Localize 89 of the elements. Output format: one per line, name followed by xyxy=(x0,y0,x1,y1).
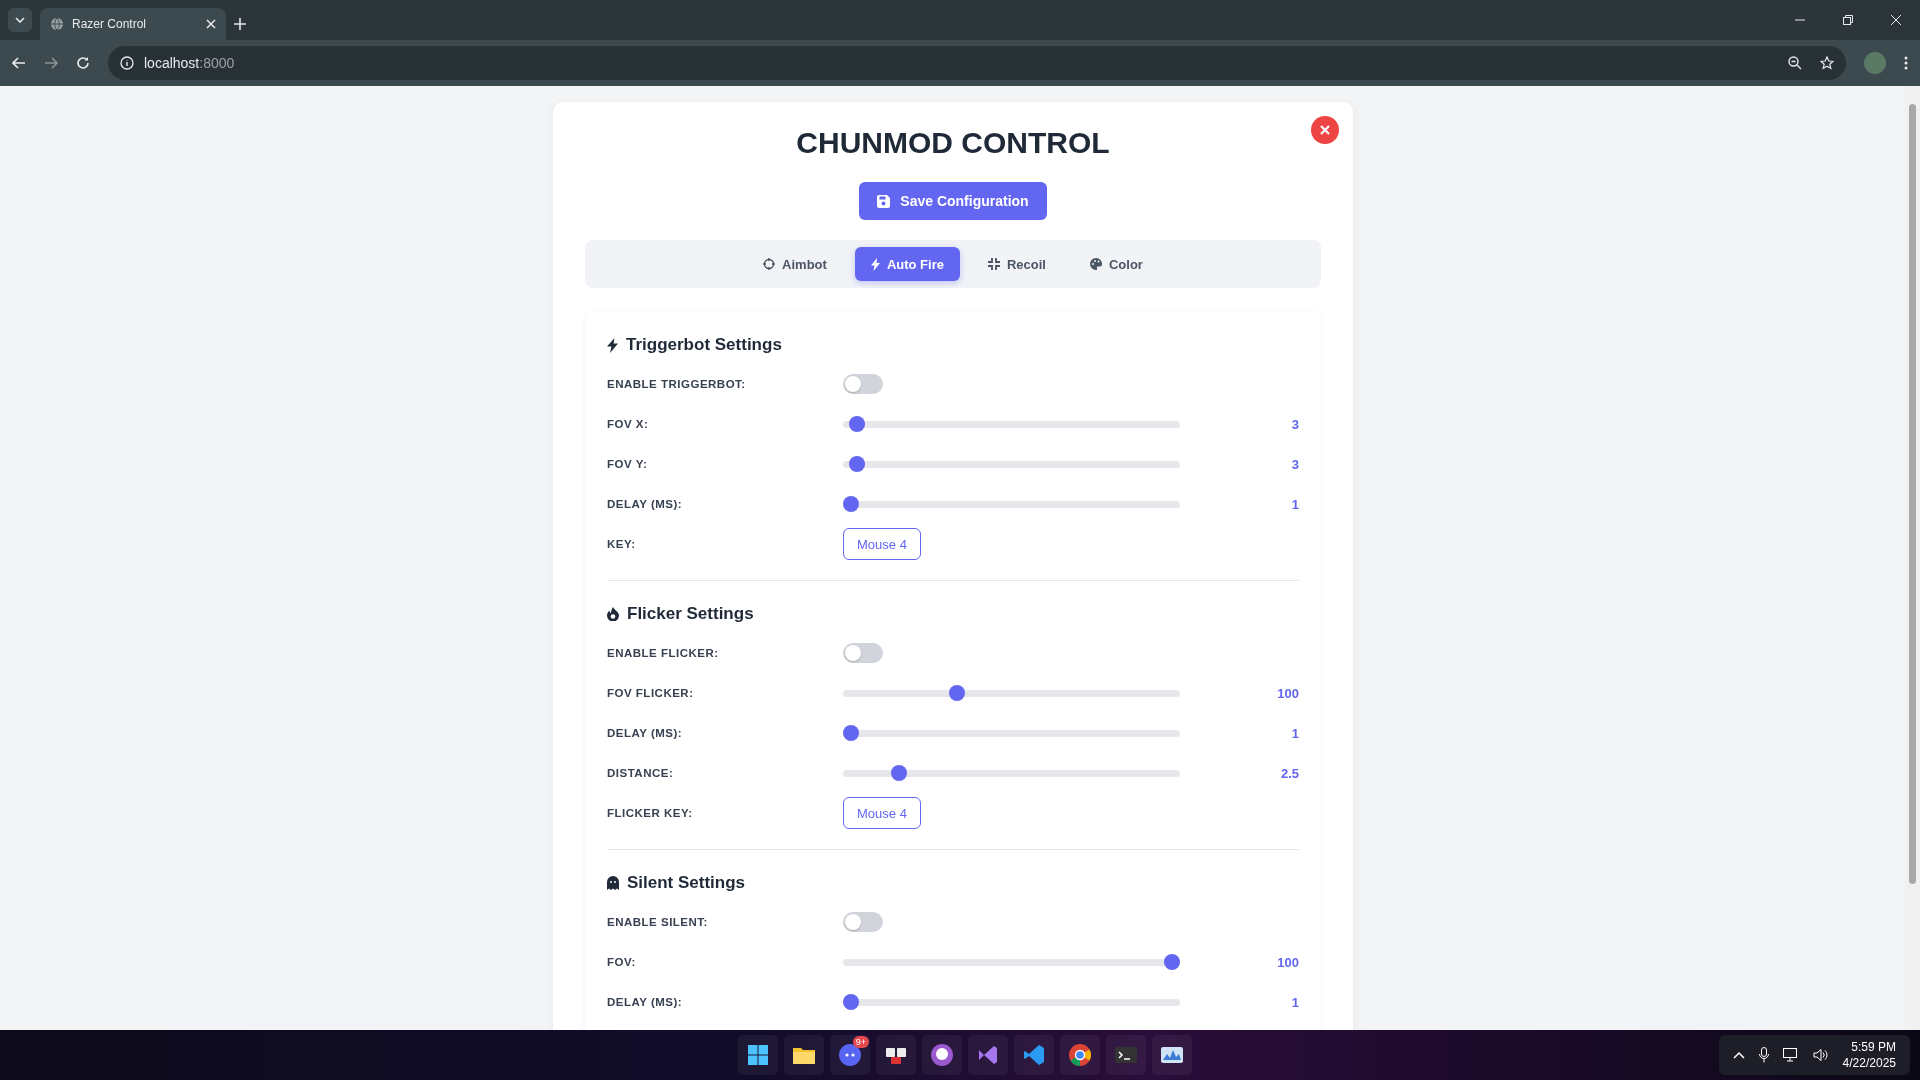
toggle-switch[interactable] xyxy=(843,912,883,932)
info-icon xyxy=(120,56,134,70)
ide-icon xyxy=(976,1043,1000,1067)
address-bar[interactable]: localhost:8000 xyxy=(108,46,1846,80)
tab[interactable]: Recoil xyxy=(971,247,1062,281)
close-icon[interactable] xyxy=(206,19,216,29)
setting-label: FLICKER KEY: xyxy=(607,807,694,819)
slider-value: 1 xyxy=(1291,496,1299,512)
taskbar-app[interactable] xyxy=(784,1035,824,1075)
taskbar-app[interactable] xyxy=(876,1035,916,1075)
taskbar-app[interactable] xyxy=(1152,1035,1192,1075)
save-configuration-button[interactable]: Save Configuration xyxy=(859,182,1047,220)
scrollbar[interactable] xyxy=(1905,86,1920,1030)
flame-icon xyxy=(607,607,619,621)
ghost-icon xyxy=(607,876,619,890)
clock-date[interactable]: 4/22/2025 xyxy=(1842,1055,1896,1071)
lightning-bolt-icon xyxy=(870,257,880,271)
close-button[interactable] xyxy=(1311,116,1339,144)
setting-label: ENABLE FLICKER: xyxy=(607,647,720,659)
speaker-icon[interactable] xyxy=(1812,1048,1829,1062)
network-icon[interactable] xyxy=(1782,1048,1799,1062)
reload-icon[interactable] xyxy=(76,56,90,70)
star-icon[interactable] xyxy=(1820,56,1834,70)
clock-time[interactable]: 5:59 PM xyxy=(1851,1039,1896,1055)
key-bind-button[interactable]: Mouse 4 xyxy=(843,797,921,829)
section-title: Silent Settings xyxy=(627,873,746,893)
taskbar-app[interactable] xyxy=(738,1035,778,1075)
close-icon xyxy=(1320,125,1330,135)
slider-value: 1 xyxy=(1291,994,1299,1010)
browser-tab[interactable]: Razer Control xyxy=(40,8,226,40)
slider-thumb[interactable] xyxy=(1164,953,1180,970)
restore-icon[interactable] xyxy=(1843,15,1853,25)
setting-label: DELAY (MS): xyxy=(607,727,684,739)
chevron-up-icon[interactable] xyxy=(1732,1051,1745,1059)
slider-value: 100 xyxy=(1277,685,1299,701)
compress-arrows-icon xyxy=(987,258,1000,270)
setting-label: DISTANCE: xyxy=(607,767,675,779)
setting-label: FOV FLICKER: xyxy=(607,687,695,699)
tab[interactable]: Auto Fire xyxy=(854,247,960,281)
taskbar-app[interactable] xyxy=(1060,1035,1100,1075)
toggle-switch[interactable] xyxy=(843,643,883,663)
setting-label: DELAY (MS): xyxy=(607,996,684,1008)
slider-thumb[interactable] xyxy=(849,455,866,472)
taskbar-app[interactable]: 9+ xyxy=(830,1035,870,1075)
tab-list-button[interactable] xyxy=(8,8,32,32)
slider-value: 2.5 xyxy=(1280,765,1299,781)
windows-start-icon xyxy=(746,1043,770,1067)
more-menu-icon[interactable] xyxy=(1904,56,1908,70)
toggle-switch[interactable] xyxy=(843,374,883,394)
chevron-down-icon xyxy=(15,17,25,23)
slider-thumb[interactable] xyxy=(891,764,908,781)
browser-icon xyxy=(1068,1043,1092,1067)
slider-value: 100 xyxy=(1277,954,1299,970)
crosshair-icon xyxy=(763,258,776,270)
key-bind-button[interactable]: Mouse 4 xyxy=(843,528,921,560)
setting-label: ENABLE TRIGGERBOT: xyxy=(607,378,747,390)
zoom-icon[interactable] xyxy=(1788,56,1802,70)
tab[interactable]: Color xyxy=(1073,247,1159,281)
forward-arrow-icon[interactable] xyxy=(44,57,58,69)
setting-label: FOV: xyxy=(607,956,637,968)
lightning-bolt-icon xyxy=(607,337,618,353)
setting-label: KEY: xyxy=(607,538,637,550)
palette-icon xyxy=(1089,258,1102,270)
slider-thumb[interactable] xyxy=(843,495,859,512)
url-text: localhost:8000 xyxy=(144,55,235,71)
back-arrow-icon[interactable] xyxy=(12,57,26,69)
notification-badge: 9+ xyxy=(852,1036,869,1048)
section-title: Triggerbot Settings xyxy=(626,335,782,355)
slider-thumb[interactable] xyxy=(948,684,965,701)
setting-label: DELAY (MS): xyxy=(607,498,684,510)
slider-value: 1 xyxy=(1291,725,1299,741)
slider-thumb[interactable] xyxy=(849,415,866,432)
setting-label: FOV X: xyxy=(607,418,650,430)
tab-title: Razer Control xyxy=(72,17,148,31)
slider-thumb[interactable] xyxy=(843,993,859,1010)
slider-thumb[interactable] xyxy=(843,724,859,741)
slider-value: 3 xyxy=(1291,456,1299,472)
slider-value: 3 xyxy=(1291,416,1299,432)
setting-label: FOV Y: xyxy=(607,458,649,470)
close-icon[interactable] xyxy=(1891,15,1901,25)
globe-icon xyxy=(50,17,64,31)
plus-icon[interactable] xyxy=(234,18,246,30)
tab[interactable]: Aimbot xyxy=(747,247,843,281)
taskbar-app[interactable] xyxy=(922,1035,962,1075)
section-title: Flicker Settings xyxy=(627,604,754,624)
panel-title: CHUNMOD CONTROL xyxy=(796,126,1110,160)
code-editor-icon xyxy=(1022,1043,1046,1067)
microphone-icon[interactable] xyxy=(1758,1047,1769,1063)
setting-label: ENABLE SILENT: xyxy=(607,916,709,928)
